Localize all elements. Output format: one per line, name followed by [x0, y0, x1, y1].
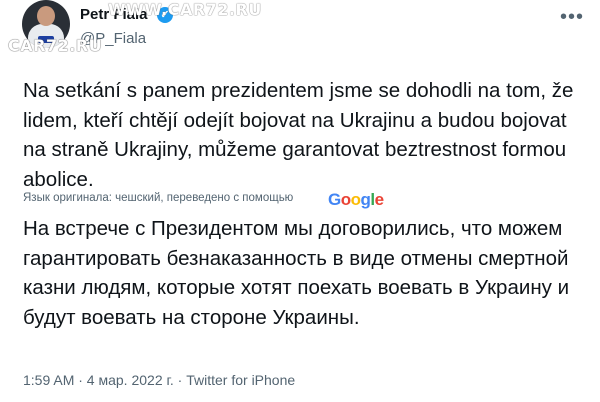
google-logo-letter: o: [350, 190, 361, 209]
more-options-icon[interactable]: •••: [560, 7, 584, 27]
avatar-face: [37, 6, 55, 26]
google-logo-letter: G: [328, 190, 341, 209]
google-logo: Google: [328, 190, 384, 210]
google-logo-letter: o: [340, 190, 351, 209]
watermark-side: CAR72.RU: [8, 36, 103, 55]
translated-text: На встрече с Президентом мы договорились…: [23, 217, 570, 329]
watermark-top: WWW.CAR72.RU: [108, 0, 262, 19]
tweet-timestamp-source[interactable]: 1:59 AM · 4 мар. 2022 г. · Twitter for i…: [23, 372, 295, 388]
google-logo-letter: g: [360, 190, 371, 209]
google-logo-letter: e: [374, 190, 384, 209]
translation-attribution[interactable]: Язык оригинала: чешский, переведено с по…: [23, 192, 293, 204]
tweet-text: Na setkání s panem prezidentem jsme se d…: [23, 79, 574, 191]
